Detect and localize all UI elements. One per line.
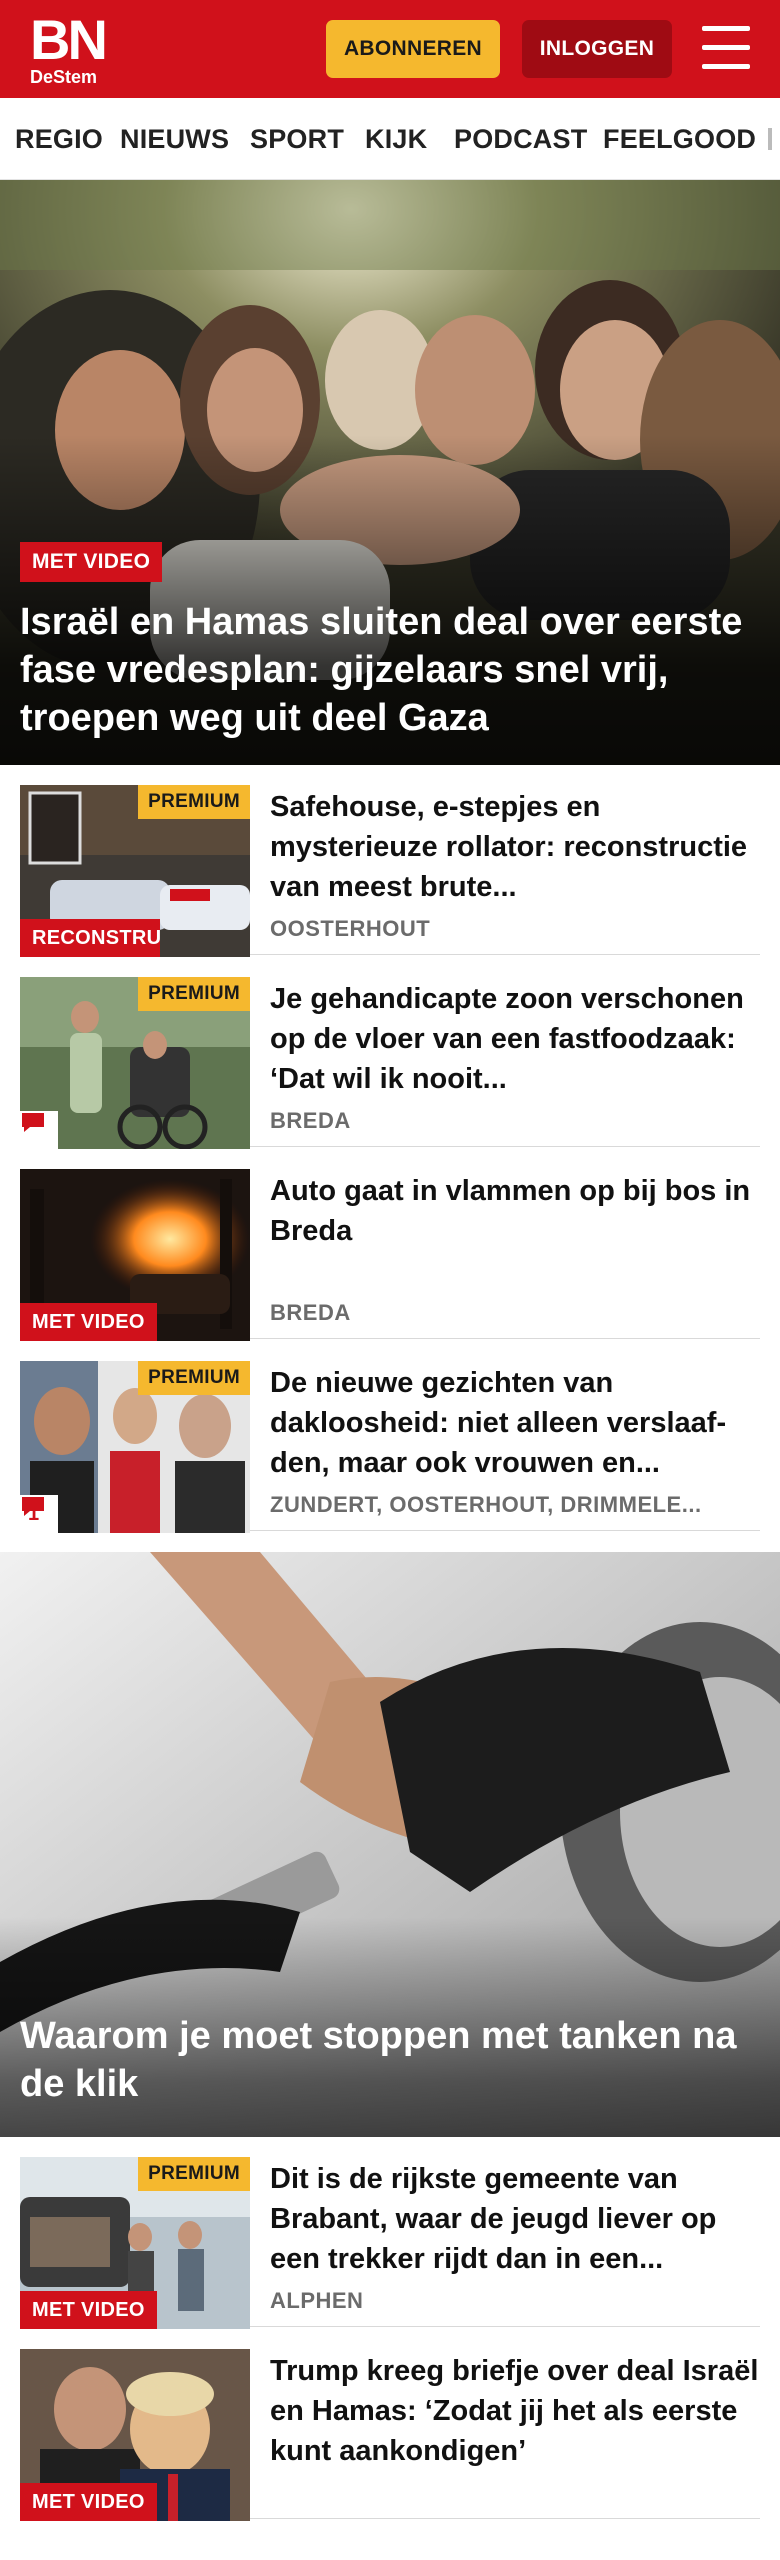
site-header: BN DeStem ABONNEREN INLOGGEN	[0, 0, 780, 98]
comment-icon	[22, 1497, 44, 1516]
comments-indicator[interactable]	[20, 1111, 58, 1149]
premium-badge: PREMIUM	[138, 1361, 250, 1395]
premium-badge: PREMIUM	[138, 785, 250, 819]
article-thumbnail: PREMIUM	[20, 977, 250, 1149]
list-item[interactable]: MET VIDEO Auto gaat in vlammen op bij bo…	[20, 1149, 760, 1341]
video-badge: MET VIDEO	[20, 2291, 157, 2329]
hero-article[interactable]: MET VIDEO Israël en Hamas sluiten deal o…	[0, 180, 780, 765]
reconstructie-badge: RECONSTRUCTIE ...	[20, 919, 160, 957]
site-logo[interactable]: BN DeStem	[30, 8, 120, 88]
article-thumbnail: MET VIDEO	[20, 1169, 250, 1341]
video-badge: MET VIDEO	[20, 2483, 157, 2521]
feature-article[interactable]: Waarom je moet stoppen met tanken na de …	[0, 1552, 780, 2137]
list-item[interactable]: PREMIUM 1 De nieuwe gezichten van dakloo…	[20, 1341, 760, 1533]
nav-item-sport[interactable]: SPORT	[250, 98, 344, 179]
nav-overflow-hint	[768, 128, 772, 150]
article-title[interactable]: Auto gaat in vlammen op bij bos in Breda	[270, 1171, 760, 1251]
subscribe-button[interactable]: ABONNEREN	[326, 20, 500, 78]
article-location: ALPHEN	[270, 2288, 364, 2313]
premium-badge: PREMIUM	[138, 977, 250, 1011]
premium-badge: PREMIUM	[138, 2157, 250, 2191]
login-button[interactable]: INLOGGEN	[522, 20, 672, 78]
list-item[interactable]: MET VIDEO Trump kreeg briefje over deal …	[20, 2329, 760, 2521]
section-nav: REGIO NIEUWS SPORT KIJK PODCAST FEELGOOD	[0, 98, 780, 180]
video-badge: MET VIDEO	[20, 1303, 157, 1341]
article-title[interactable]: Dit is de rijkste gemeente van Brabant, …	[270, 2159, 760, 2279]
list-item[interactable]: PREMIUM Je gehandicapte zoon verschonen …	[20, 957, 760, 1149]
logo-main: BN	[30, 8, 108, 71]
article-title[interactable]: Safehouse, e-stepjes en mysterieuze roll…	[270, 787, 760, 907]
list-item[interactable]: PREMIUM RECONSTRUCTIE ... Safehouse, e-s…	[20, 765, 760, 957]
nav-item-feelgood[interactable]: FEELGOOD	[603, 98, 756, 179]
article-location: OOSTERHOUT	[270, 916, 431, 941]
nav-item-regio[interactable]: REGIO	[15, 98, 103, 179]
article-thumbnail: PREMIUM MET VIDEO	[20, 2157, 250, 2329]
list-item[interactable]: PREMIUM MET VIDEO Dit is de rijkste geme…	[20, 2137, 760, 2329]
nav-item-nieuws[interactable]: NIEUWS	[120, 98, 229, 179]
comments-indicator[interactable]: 1	[20, 1495, 58, 1533]
hamburger-menu-icon[interactable]	[702, 26, 750, 70]
article-thumbnail: PREMIUM 1	[20, 1361, 250, 1533]
article-thumbnail: PREMIUM RECONSTRUCTIE ...	[20, 785, 250, 957]
nav-item-kijk[interactable]: KIJK	[365, 98, 427, 179]
logo-sub: DeStem	[30, 67, 98, 87]
comment-icon	[22, 1113, 44, 1132]
article-location: BREDA	[270, 1300, 351, 1325]
hero-title[interactable]: Israël en Hamas sluiten deal over eerste…	[20, 598, 760, 742]
article-title[interactable]: Je gehandicapte zoon verschonen op de vl…	[270, 979, 760, 1099]
article-location: ZUNDERT, OOSTERHOUT, DRIMMELE...	[270, 1492, 702, 1517]
feature-title[interactable]: Waarom je moet stoppen met tanken na de …	[20, 2012, 760, 2108]
article-thumbnail: MET VIDEO	[20, 2349, 250, 2521]
article-title[interactable]: Trump kreeg briefje over deal Israël en …	[270, 2351, 760, 2471]
hero-video-badge: MET VIDEO	[20, 542, 163, 582]
article-title[interactable]: De nieuwe gezichten van dakloosheid: nie…	[270, 1363, 760, 1483]
article-location: BREDA	[270, 1108, 351, 1133]
nav-item-podcast[interactable]: PODCAST	[454, 98, 587, 179]
